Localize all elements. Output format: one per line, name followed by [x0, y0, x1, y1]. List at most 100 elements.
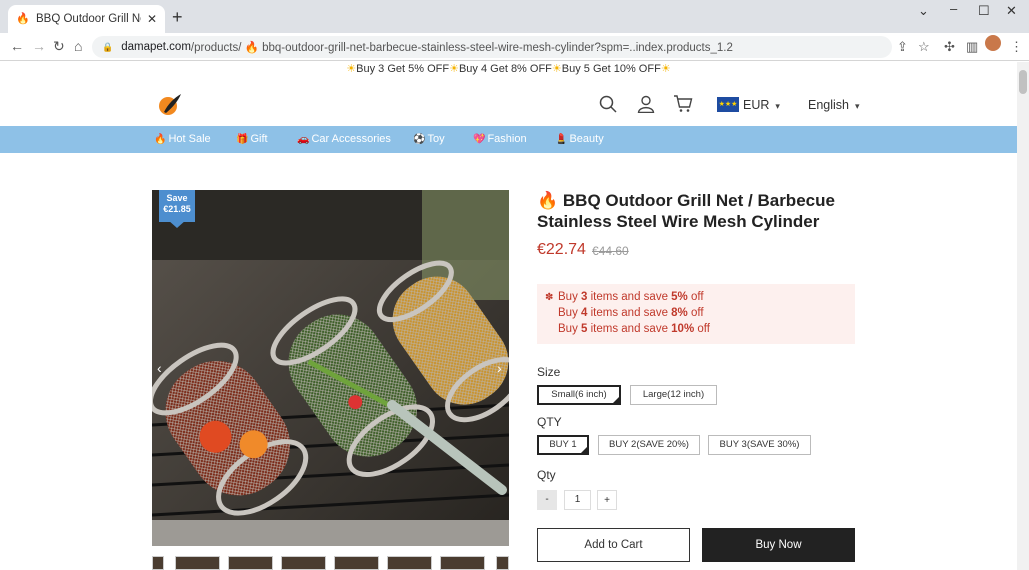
sun-icon: ☀: [346, 63, 357, 75]
bookmark-star-icon[interactable]: ☆: [918, 39, 930, 55]
car-icon: 🚗: [297, 134, 310, 145]
lock-icon: 🔒: [102, 41, 114, 52]
back-icon[interactable]: ←: [10, 38, 24, 54]
tab-title: BBQ Outdoor Grill Net / Barbe: [36, 13, 141, 25]
store-logo[interactable]: [158, 92, 182, 116]
original-price: €44.60: [592, 244, 629, 258]
language-select[interactable]: English ▾: [808, 98, 860, 112]
thumbnail[interactable]: [387, 556, 432, 570]
url-path: /products/ 🔥 bbq-outdoor-grill-net-barbe…: [190, 42, 733, 54]
chevron-down-icon[interactable]: ⌄: [918, 3, 929, 19]
save-amount: €21.85: [163, 204, 191, 214]
discount-line: Buy 4 items and save 8% off: [558, 307, 704, 319]
product-price: €22.74: [537, 241, 586, 258]
nav-item-car-accessories[interactable]: 🚗 Car Accessories: [297, 133, 391, 145]
qty-option-buy-1[interactable]: BUY 1: [537, 435, 589, 455]
qty-option-label: QTY: [537, 415, 562, 429]
discount-icon: ✽: [545, 292, 554, 303]
nav-item-label: Beauty: [569, 133, 604, 145]
ball-icon: ⚽: [413, 134, 426, 145]
discount-line: Buy 3 items and save 5% off: [558, 291, 704, 303]
thumbnail[interactable]: [228, 556, 273, 570]
reload-icon[interactable]: ↻: [53, 38, 65, 54]
nav-item-label: Hot Sale: [168, 133, 211, 145]
nav-item-hot-sale[interactable]: 🔥 Hot Sale: [154, 133, 211, 145]
cart-icon[interactable]: [673, 95, 693, 113]
nav-item-beauty[interactable]: 💄 Beauty: [555, 133, 604, 145]
gallery-prev-icon[interactable]: ‹: [157, 360, 162, 376]
thumbnail-next[interactable]: [496, 556, 509, 570]
fire-icon: 🔥: [16, 13, 30, 25]
nav-item-label: Gift: [250, 133, 268, 145]
currency-label: EUR: [743, 98, 770, 112]
buy-now-button[interactable]: Buy Now: [702, 528, 855, 562]
nav-item-label: Toy: [427, 133, 445, 145]
extensions-icon[interactable]: ✣: [944, 39, 955, 55]
nav-item-gift[interactable]: 🎁 Gift: [236, 133, 268, 145]
size-option-large[interactable]: Large(12 inch): [630, 385, 717, 405]
sun-icon: ☀: [449, 63, 459, 75]
close-tab-icon[interactable]: ✕: [147, 12, 157, 26]
qty-option-buy-2[interactable]: BUY 2(SAVE 20%): [598, 435, 700, 455]
category-nav: 🔥 Hot Sale 🎁 Gift 🚗 Car Accessories ⚽ Toy 💖 F…: [0, 126, 1017, 153]
lipstick-icon: 💄: [555, 134, 568, 145]
qty-option-buy-3[interactable]: BUY 3(SAVE 30%): [708, 435, 811, 455]
sun-icon: ☀: [551, 63, 562, 75]
browser-tab[interactable]: 🔥 BBQ Outdoor Grill Net / Barbe ✕: [8, 5, 165, 33]
fire-icon: 🔥: [154, 134, 167, 145]
quantity-label: Qty: [537, 468, 556, 482]
thumbnail[interactable]: [281, 556, 326, 570]
product-title: 🔥 BBQ Outdoor Grill Net / Barbecue Stain…: [537, 190, 837, 232]
new-tab-button[interactable]: +: [172, 8, 183, 26]
profile-avatar[interactable]: [985, 35, 1001, 51]
chevron-down-icon: ▾: [775, 101, 780, 111]
maximize-icon[interactable]: ☐: [978, 3, 990, 19]
minimize-icon[interactable]: –: [950, 1, 957, 16]
thumbnail[interactable]: [334, 556, 379, 570]
currency-select[interactable]: EUR ▾: [743, 98, 780, 112]
product-photo: [152, 190, 509, 546]
size-label: Size: [537, 365, 561, 379]
scrollbar-thumb[interactable]: [1019, 70, 1027, 94]
discount-line: Buy 5 items and save 10% off: [558, 323, 710, 335]
heart-icon: 💖: [473, 134, 486, 145]
thumbnail[interactable]: [440, 556, 485, 570]
browser-toolbar: ← → ↻ ⌂ 🔒 damapet.com /products/ 🔥 bbq-o…: [0, 33, 1029, 61]
close-window-icon[interactable]: ✕: [1006, 3, 1017, 19]
size-option-small[interactable]: Small(6 inch): [537, 385, 621, 405]
save-badge: Save €21.85: [159, 190, 195, 228]
chevron-down-icon: ▾: [855, 101, 860, 111]
promo-banner: ☀Buy 3 Get 5% OFF☀Buy 4 Get 8% OFF☀Buy 5…: [0, 62, 1017, 80]
url-domain: damapet.com: [121, 41, 191, 53]
quantity-decrease-button[interactable]: -: [537, 490, 557, 510]
sun-icon: ☀: [660, 63, 671, 75]
nav-item-toy[interactable]: ⚽ Toy: [413, 133, 445, 145]
quantity-increase-button[interactable]: +: [597, 490, 617, 510]
promo-text-3: Buy 5 Get 10% OFF: [561, 63, 661, 75]
quantity-input[interactable]: 1: [564, 490, 591, 510]
promo-text-2: Buy 4 Get 8% OFF: [458, 63, 552, 75]
account-icon[interactable]: [637, 95, 655, 113]
gift-icon: 🎁: [236, 134, 249, 145]
gallery-next-icon[interactable]: ›: [497, 360, 502, 376]
share-icon[interactable]: ⇪: [897, 39, 908, 55]
url-bar[interactable]: 🔒 damapet.com /products/ 🔥 bbq-outdoor-g…: [92, 36, 892, 58]
thumbnail-strip: [152, 556, 509, 570]
language-label: English: [808, 98, 849, 112]
search-icon[interactable]: [599, 95, 617, 113]
nav-item-fashion[interactable]: 💖 Fashion: [473, 133, 527, 145]
page-scrollbar[interactable]: [1017, 62, 1029, 570]
add-to-cart-button[interactable]: Add to Cart: [537, 528, 690, 562]
nav-item-label: Fashion: [487, 133, 527, 145]
home-icon[interactable]: ⌂: [74, 38, 82, 54]
product-title-text: BBQ Outdoor Grill Net / Barbecue Stainle…: [537, 191, 835, 231]
thumbnail[interactable]: [175, 556, 220, 570]
browser-tab-bar: 🔥 BBQ Outdoor Grill Net / Barbe ✕ + ⌄ – …: [0, 0, 1029, 33]
forward-icon[interactable]: →: [32, 38, 46, 54]
fire-icon: 🔥: [537, 191, 559, 210]
side-panel-icon[interactable]: ▥: [966, 39, 978, 55]
thumbnail-prev[interactable]: [152, 556, 164, 570]
menu-icon[interactable]: ⋮: [1010, 39, 1023, 55]
eu-flag-icon: ★★★: [717, 97, 739, 112]
product-image[interactable]: [152, 190, 509, 546]
